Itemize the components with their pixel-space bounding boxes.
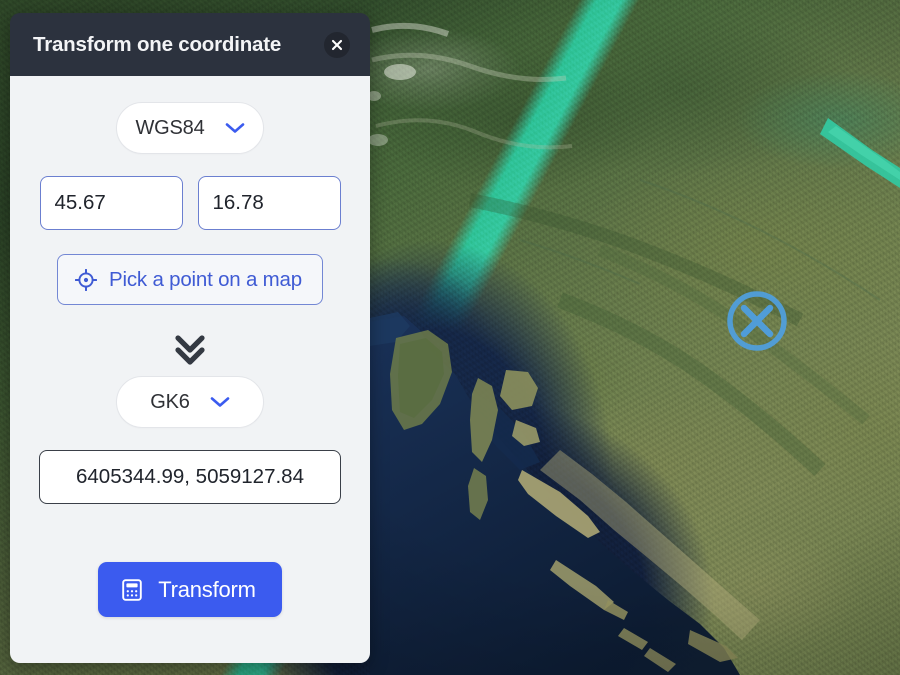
double-chevron-down-icon (175, 335, 205, 365)
transform-panel: Transform one coordinate WGS84 45.67 16.… (10, 13, 370, 663)
transform-button[interactable]: Transform (98, 562, 282, 617)
pick-point-on-map-button[interactable]: Pick a point on a map (57, 254, 323, 305)
transformed-coordinate-output[interactable] (39, 450, 341, 504)
chevron-down-icon (210, 397, 230, 407)
longitude-input[interactable] (197, 176, 341, 230)
close-icon (331, 39, 343, 50)
circle-x-marker-icon (727, 291, 787, 351)
calculator-icon (122, 578, 142, 601)
pick-point-label: Pick a point on a map (109, 267, 302, 291)
page-title: Transform one coordinate (33, 32, 282, 56)
source-crs-select[interactable]: WGS84 (116, 102, 264, 154)
close-button[interactable] (324, 31, 350, 58)
chevron-down-icon (225, 123, 244, 133)
map-point-marker[interactable] (724, 287, 790, 355)
latitude-input[interactable] (39, 176, 183, 230)
crosshair-icon (75, 268, 98, 291)
transform-direction-indicator (169, 327, 211, 374)
panel-header: Transform one coordinate (10, 13, 370, 76)
panel-body: WGS84 Pick a point on a map (10, 76, 370, 663)
target-crs-label: GK6 (150, 390, 190, 413)
source-crs-label: WGS84 (135, 116, 205, 139)
app-root: Transform one coordinate WGS84 45.67 16.… (0, 0, 900, 675)
target-crs-select[interactable]: GK6 (116, 376, 264, 428)
transform-button-label: Transform (158, 576, 256, 602)
source-coordinate-row (39, 176, 341, 230)
